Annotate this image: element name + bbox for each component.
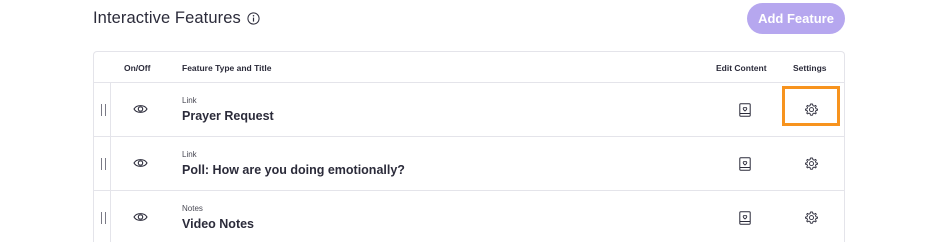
table-row: Link Poll: How are you doing emotionally… xyxy=(94,137,844,191)
column-header-onoff: On/Off xyxy=(124,63,151,73)
add-feature-button[interactable]: Add Feature xyxy=(747,3,845,34)
column-header-settings: Settings xyxy=(793,63,827,73)
drag-handle-icon[interactable] xyxy=(101,104,106,116)
table-row: Link Prayer Request xyxy=(94,83,844,137)
edit-content-icon[interactable] xyxy=(739,157,751,171)
table-header: On/Off Feature Type and Title Edit Conte… xyxy=(94,52,844,83)
column-header-type-title: Feature Type and Title xyxy=(182,63,272,73)
drag-handle-icon[interactable] xyxy=(101,158,106,170)
page-title: Interactive Features xyxy=(93,9,241,27)
feature-title: Prayer Request xyxy=(182,109,274,123)
features-table: On/Off Feature Type and Title Edit Conte… xyxy=(93,51,845,242)
row-divider xyxy=(110,83,111,137)
page-header: Interactive Features Add Feature xyxy=(93,0,845,38)
gear-icon[interactable] xyxy=(805,211,818,224)
feature-type: Notes xyxy=(182,204,203,213)
feature-type: Link xyxy=(182,150,197,159)
edit-content-icon[interactable] xyxy=(739,103,751,117)
eye-icon[interactable] xyxy=(133,103,148,115)
feature-title: Poll: How are you doing emotionally? xyxy=(182,163,405,177)
feature-type: Link xyxy=(182,96,197,105)
column-header-edit-content: Edit Content xyxy=(716,63,767,73)
row-divider xyxy=(110,137,111,191)
table-row: Notes Video Notes xyxy=(94,191,844,242)
drag-handle-icon[interactable] xyxy=(101,212,106,224)
feature-title: Video Notes xyxy=(182,217,255,231)
row-divider xyxy=(110,191,111,242)
eye-icon[interactable] xyxy=(133,211,148,223)
gear-icon[interactable] xyxy=(805,157,818,170)
settings-highlight-box xyxy=(782,86,840,126)
eye-icon[interactable] xyxy=(133,157,148,169)
info-icon[interactable] xyxy=(247,12,260,25)
edit-content-icon[interactable] xyxy=(739,211,751,225)
